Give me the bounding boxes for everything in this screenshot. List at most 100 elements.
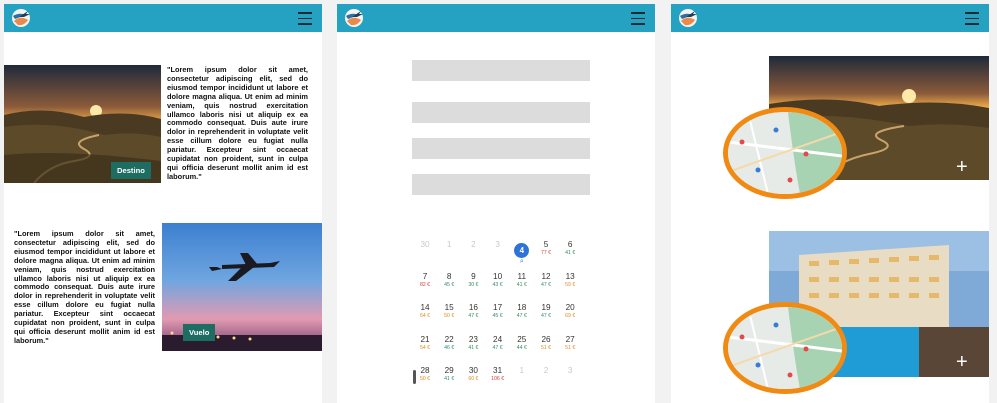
day-price: 50 €	[419, 376, 431, 382]
day-price: 51 €	[565, 344, 576, 351]
calendar-day[interactable]: 1	[437, 240, 461, 264]
day-number: 18	[517, 303, 527, 312]
input-placeholder-2[interactable]	[412, 102, 590, 123]
day-price: 77 €	[540, 250, 552, 256]
globe-plane-logo[interactable]	[677, 7, 699, 29]
day-price: 60 €	[468, 376, 479, 382]
day-number: 13	[565, 271, 575, 281]
day-number: 2	[471, 240, 476, 249]
screen-date-selection: 30 1 2 3 4 ⌕ 5 77 €6 41 €7 82 €8 45 €9 30 €10 43 €11…	[337, 4, 655, 403]
day-number: 23	[468, 334, 478, 344]
vuelo-tag[interactable]: Vuelo	[183, 324, 216, 341]
scroll-handle[interactable]	[413, 370, 416, 384]
top-bar	[337, 4, 655, 32]
hamburger-menu-icon[interactable]	[298, 10, 312, 26]
calendar-day[interactable]: 14 64 €	[413, 303, 437, 327]
day-price: 46 €	[444, 344, 455, 351]
input-placeholder-4[interactable]	[412, 174, 590, 195]
calendar-day[interactable]: 10 43 €	[486, 272, 510, 296]
calendar-day[interactable]: 24 47 €	[486, 335, 510, 359]
day-number: 2	[543, 366, 549, 375]
calendar-day[interactable]: 9 30 €	[461, 272, 485, 296]
globe-plane-logo[interactable]	[10, 7, 32, 29]
day-number: 24	[493, 334, 503, 344]
map-preview-1[interactable]	[723, 107, 847, 199]
calendar-day[interactable]: 13 59 €	[558, 272, 582, 296]
calendar-day[interactable]: 3	[486, 240, 510, 264]
calendar-day[interactable]: 25 44 €	[510, 335, 534, 359]
map-preview-2[interactable]	[723, 302, 847, 394]
calendar-day[interactable]: 18 47 €	[510, 303, 534, 327]
input-placeholder-1[interactable]	[412, 60, 590, 81]
calendar-day[interactable]: 30 60 €	[461, 366, 485, 390]
day-price: 41 €	[468, 344, 479, 351]
calendar-day[interactable]: 12 47 €	[534, 272, 558, 296]
day-price: 45 €	[492, 313, 503, 319]
day-number: 9	[471, 271, 476, 281]
day-price: 30 €	[468, 281, 479, 288]
day-number: 7	[422, 271, 428, 281]
calendar-day[interactable]: 19 47 €	[534, 303, 558, 327]
calendar-day[interactable]: 8 45 €	[437, 272, 461, 296]
day-price: 51 €	[540, 344, 552, 351]
calendar-day[interactable]: 2	[534, 366, 558, 390]
day-number: 28	[420, 366, 430, 375]
calendar-day[interactable]: 21 54 €	[413, 335, 437, 359]
calendar-day[interactable]: 3	[558, 366, 582, 390]
map-image	[728, 112, 842, 194]
day-number: 11	[517, 271, 527, 281]
calendar-day[interactable]: 28 50 €	[413, 366, 437, 390]
plus-icon[interactable]: +	[956, 157, 968, 177]
day-price: 64 €	[419, 313, 431, 319]
day-number: 4	[514, 243, 530, 258]
calendar-day[interactable]: 6 41 €	[558, 240, 582, 264]
day-number: 12	[541, 271, 551, 281]
map-image	[728, 307, 842, 389]
calendar-day[interactable]: 16 47 €	[461, 303, 485, 327]
day-number: 17	[493, 303, 503, 312]
day-number: 1	[446, 240, 452, 249]
day-number: 15	[444, 303, 454, 312]
calendar-day[interactable]: 27 51 €	[558, 335, 582, 359]
day-price: 47 €	[468, 313, 479, 319]
day-price: 82 €	[419, 281, 431, 288]
day-price: 41 €	[444, 376, 455, 382]
calendar-day[interactable]: 4 ⌕	[510, 240, 534, 265]
calendar-day[interactable]: 22 46 €	[437, 335, 461, 359]
calendar-day[interactable]: 17 45 €	[486, 303, 510, 327]
paragraph-top: "Lorem ipsum dolor sit amet, consectetur…	[167, 65, 308, 181]
day-price: 47 €	[540, 313, 552, 319]
input-placeholder-3[interactable]	[412, 138, 590, 159]
calendar-day[interactable]: 30	[413, 240, 437, 264]
globe-plane-logo[interactable]	[343, 7, 365, 29]
hamburger-menu-icon[interactable]	[965, 10, 979, 26]
calendar-day[interactable]: 5 77 €	[534, 240, 558, 264]
day-price: 50 €	[444, 313, 455, 319]
hamburger-menu-icon[interactable]	[631, 10, 645, 26]
day-number: 30	[468, 366, 478, 375]
calendar-day[interactable]: 31 106 €	[486, 366, 510, 390]
destino-tag[interactable]: Destino	[111, 162, 151, 179]
calendar-day[interactable]: 11 41 €	[510, 272, 534, 296]
plus-icon[interactable]: +	[956, 352, 968, 372]
day-number: 21	[420, 334, 430, 344]
calendar-day[interactable]: 23 41 €	[461, 335, 485, 359]
top-bar	[4, 4, 322, 32]
paragraph-bottom: "Lorem ipsum dolor sit amet, consectetur…	[14, 229, 155, 345]
calendar-day[interactable]: 29 41 €	[437, 366, 461, 390]
calendar-day[interactable]: 15 50 €	[437, 303, 461, 327]
calendar-day[interactable]: 7 82 €	[413, 272, 437, 296]
day-number: 29	[444, 366, 454, 375]
calendar-day[interactable]: 26 51 €	[534, 335, 558, 359]
calendar-day[interactable]: 20 69 €	[558, 303, 582, 327]
day-number: 5	[543, 240, 549, 249]
calendar-day[interactable]: 2	[461, 240, 485, 264]
day-number: 1	[519, 366, 525, 375]
screen-map-selection: + +	[671, 4, 989, 403]
day-price: 41 €	[516, 281, 527, 288]
day-number: 10	[493, 271, 503, 281]
day-price: 45 €	[444, 281, 455, 288]
day-number: 26	[541, 334, 551, 344]
search-icon[interactable]: ⌕	[510, 258, 534, 265]
calendar-day[interactable]: 1	[510, 366, 534, 390]
